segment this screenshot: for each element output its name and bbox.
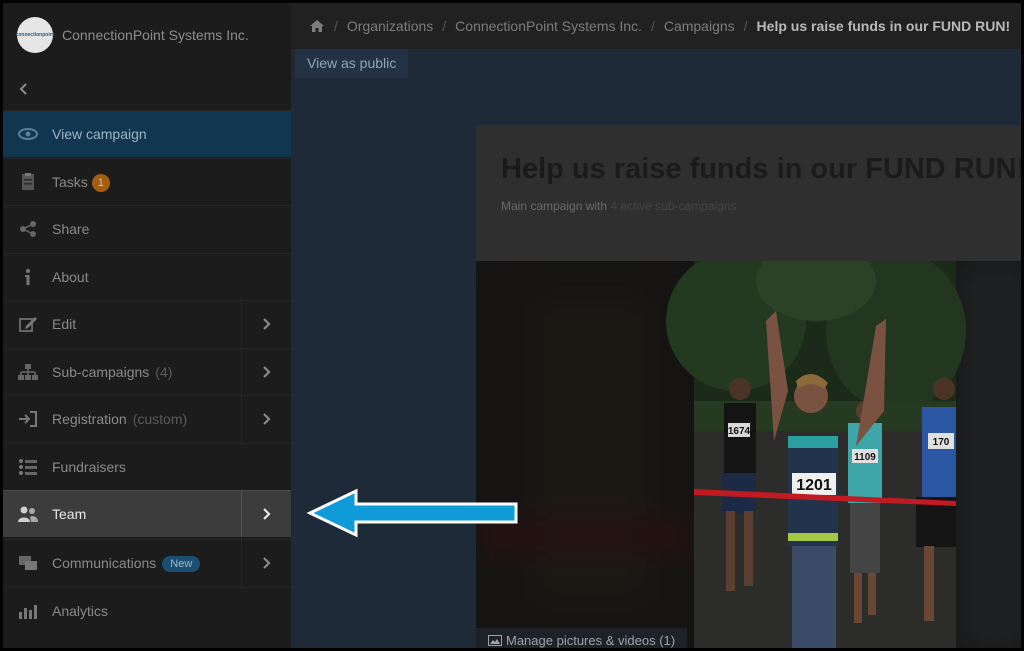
sidebar-item-label: Communications — [52, 555, 157, 571]
org-name: ConnectionPoint Systems Inc. — [62, 27, 249, 43]
tasks-count-badge: 1 — [91, 174, 110, 192]
chevron-right-icon — [262, 366, 271, 378]
org-logo: connectionpoint — [16, 17, 54, 53]
campaign-header: Help us raise funds in our FUND RUN! Mai… — [476, 125, 1024, 261]
sidebar-item-tasks[interactable]: Tasks 1 — [3, 158, 291, 205]
bib-number: 1201 — [796, 477, 832, 494]
new-badge: New — [162, 556, 201, 572]
sidebar-item-label: Tasks — [52, 174, 88, 190]
annotation-arrow-icon — [306, 488, 518, 538]
sidebar-item-label: About — [52, 269, 89, 285]
clipboard-icon — [22, 173, 34, 190]
expand-communications-button[interactable] — [241, 540, 291, 586]
sidebar-item-registration[interactable]: Registration (custom) — [3, 395, 291, 442]
sidebar-item-label: Edit — [52, 316, 77, 332]
chevron-right-icon — [262, 557, 271, 569]
chevron-left-icon — [19, 83, 27, 95]
breadcrumb-separator: / — [442, 18, 447, 34]
screenshot-frame: connectionpoint ConnectionPoint Systems … — [0, 0, 1024, 651]
bar-chart-icon — [19, 605, 37, 619]
main-content: Help us raise funds in our FUND RUN! Mai… — [291, 49, 1024, 648]
sidebar-item-label: Sub-campaigns — [52, 364, 150, 380]
breadcrumb: / Organizations / ConnectionPoint System… — [309, 18, 1010, 34]
sidebar-item-communications[interactable]: Communications New — [3, 539, 291, 586]
edit-icon — [19, 317, 37, 332]
registration-type: (custom) — [132, 411, 188, 427]
expand-sub-campaigns-button[interactable] — [241, 349, 291, 395]
expand-team-button[interactable] — [241, 491, 291, 537]
users-icon — [18, 506, 38, 522]
manage-pictures-label: Manage pictures & videos (1) — [506, 633, 676, 648]
sign-in-icon — [19, 411, 37, 427]
sidebar: connectionpoint ConnectionPoint Systems … — [3, 3, 291, 648]
bib-number: 1674 — [728, 426, 751, 437]
sub-campaigns-count: (4) — [155, 364, 173, 380]
campaign-card: Help us raise funds in our FUND RUN! Mai… — [476, 125, 1024, 648]
sidebar-item-label: Share — [52, 221, 90, 237]
home-icon[interactable] — [309, 19, 325, 33]
chevron-right-icon — [262, 318, 271, 330]
hierarchy-icon — [18, 364, 38, 380]
view-as-public-button[interactable]: View as public — [295, 49, 409, 78]
campaign-subtitle-prefix: Main campaign with — [501, 199, 608, 213]
chevron-right-icon — [262, 413, 271, 425]
sidebar-item-label: Registration — [52, 411, 127, 427]
org-header[interactable]: connectionpoint ConnectionPoint Systems … — [3, 3, 291, 69]
race-finish-photo: 1201 1674 1109 170 — [476, 261, 1021, 648]
bib-number: 170 — [933, 437, 950, 448]
sidebar-item-fundraisers[interactable]: Fundraisers — [3, 443, 291, 490]
breadcrumb-campaigns[interactable]: Campaigns — [664, 18, 735, 34]
sidebar-item-label: View campaign — [52, 126, 147, 142]
sidebar-item-team[interactable]: Team — [3, 490, 291, 537]
breadcrumb-separator: / — [743, 18, 748, 34]
breadcrumb-organizations[interactable]: Organizations — [347, 18, 433, 34]
chat-icon — [19, 556, 37, 570]
image-icon — [488, 635, 502, 646]
sidebar-item-analytics[interactable]: Analytics — [3, 587, 291, 634]
sidebar-item-view-campaign[interactable]: View campaign — [3, 110, 291, 157]
campaign-title: Help us raise funds in our FUND RUN! — [501, 153, 1024, 185]
eye-icon — [18, 128, 38, 140]
list-icon — [19, 459, 37, 475]
breadcrumb-organization[interactable]: ConnectionPoint Systems Inc. — [455, 18, 642, 34]
sidebar-item-label: Fundraisers — [52, 459, 126, 475]
share-icon — [20, 221, 36, 237]
campaign-subtitle: Main campaign with 4 active sub-campaign… — [501, 199, 736, 213]
expand-registration-button[interactable] — [241, 396, 291, 442]
top-bar: / Organizations / ConnectionPoint System… — [291, 3, 1021, 49]
sidebar-item-share[interactable]: Share — [3, 205, 291, 252]
campaign-hero-image: 1201 1674 1109 170 — [476, 261, 1021, 648]
info-icon — [25, 269, 30, 285]
sidebar-item-label: Team — [52, 506, 87, 522]
sidebar-item-label: Analytics — [52, 603, 109, 619]
active-sub-campaigns-link[interactable]: 4 active sub-campaigns — [610, 199, 736, 213]
breadcrumb-current: Help us raise funds in our FUND RUN! — [756, 18, 1011, 34]
sidebar-item-sub-campaigns[interactable]: Sub-campaigns (4) — [3, 348, 291, 395]
bib-number: 1109 — [854, 452, 876, 463]
chevron-right-icon — [262, 508, 271, 520]
collapse-sidebar-button[interactable] — [17, 77, 47, 101]
breadcrumb-separator: / — [334, 18, 338, 34]
expand-edit-button[interactable] — [241, 301, 291, 347]
manage-pictures-button[interactable]: Manage pictures & videos (1) — [476, 628, 688, 648]
breadcrumb-separator: / — [650, 18, 655, 34]
sidebar-item-edit[interactable]: Edit — [3, 300, 291, 347]
sidebar-item-about[interactable]: About — [3, 253, 291, 300]
